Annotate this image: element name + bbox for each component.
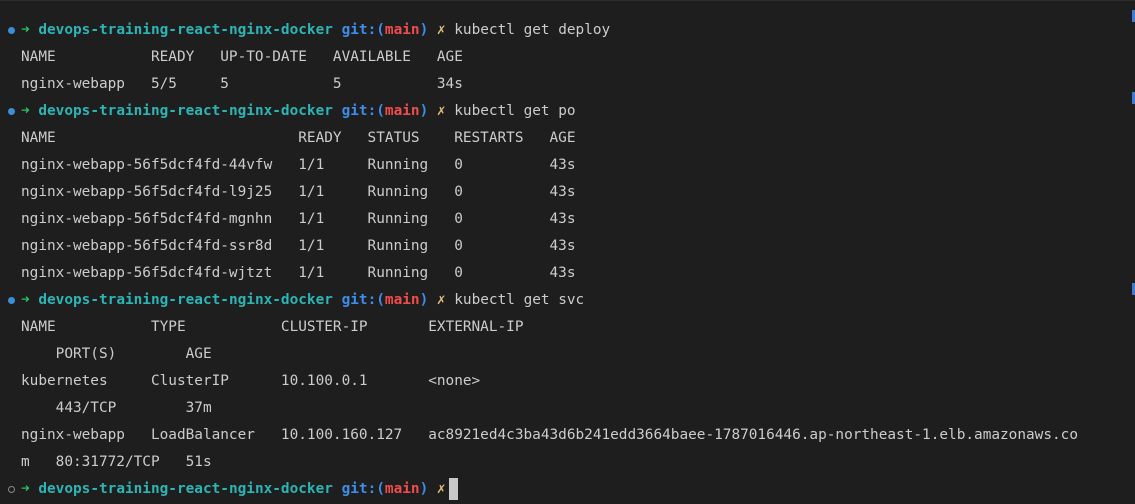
output-line: nginx-webapp-56f5dcf4fd-44vfw 1/1 Runnin… xyxy=(0,152,1135,179)
prompt-arrow-icon: ➜ xyxy=(21,22,30,38)
git-dirty-icon: ✗ xyxy=(436,22,446,38)
output-line: PORT(S) AGE xyxy=(0,341,1135,368)
prompt-arrow-icon: ➜ xyxy=(21,292,30,308)
git-label-close: ) xyxy=(419,292,429,308)
prompt-line: ➜ devops-training-react-nginx-docker git… xyxy=(0,17,1135,44)
terminal-output[interactable]: ➜ devops-training-react-nginx-docker git… xyxy=(0,17,1135,503)
git-dirty-icon: ✗ xyxy=(436,481,446,497)
output-line: m 80:31772/TCP 51s xyxy=(0,449,1135,476)
git-label: git:( xyxy=(341,103,385,119)
git-branch: main xyxy=(384,292,420,308)
git-label-close: ) xyxy=(419,481,429,497)
command-status-dot[interactable] xyxy=(8,27,15,34)
output-text: NAME READY STATUS RESTARTS AGE xyxy=(21,130,576,146)
prompt-text: ➜ devops-training-react-nginx-docker git… xyxy=(21,17,610,44)
prompt-text: ➜ devops-training-react-nginx-docker git… xyxy=(21,476,458,503)
output-line: nginx-webapp-56f5dcf4fd-wjtzt 1/1 Runnin… xyxy=(0,260,1135,287)
output-text: NAME READY UP-TO-DATE AVAILABLE AGE xyxy=(21,49,463,65)
prompt-directory: devops-training-react-nginx-docker xyxy=(38,22,333,38)
output-text: m 80:31772/TCP 51s xyxy=(21,454,212,470)
output-line: NAME TYPE CLUSTER-IP EXTERNAL-IP xyxy=(0,314,1135,341)
output-text: nginx-webapp-56f5dcf4fd-wjtzt 1/1 Runnin… xyxy=(21,265,576,281)
command-text: kubectl get svc xyxy=(454,292,585,308)
git-label-close: ) xyxy=(419,22,429,38)
output-text: nginx-webapp-56f5dcf4fd-44vfw 1/1 Runnin… xyxy=(21,157,576,173)
output-text: nginx-webapp-56f5dcf4fd-ssr8d 1/1 Runnin… xyxy=(21,238,576,254)
prompt-arrow-icon: ➜ xyxy=(21,103,30,119)
git-dirty-icon: ✗ xyxy=(436,103,446,119)
prompt-line: ➜ devops-training-react-nginx-docker git… xyxy=(0,287,1135,314)
top-divider xyxy=(0,0,1135,1)
command-status-dot[interactable] xyxy=(8,297,15,304)
command-text: kubectl get po xyxy=(454,103,576,119)
output-text: 443/TCP 37m xyxy=(21,400,212,416)
prompt-directory: devops-training-react-nginx-docker xyxy=(38,481,333,497)
output-line: 443/TCP 37m xyxy=(0,395,1135,422)
output-text: kubernetes ClusterIP 10.100.0.1 <none> xyxy=(21,373,481,389)
prompt-line: ➜ devops-training-react-nginx-docker git… xyxy=(0,98,1135,125)
output-line: kubernetes ClusterIP 10.100.0.1 <none> xyxy=(0,368,1135,395)
text-cursor[interactable] xyxy=(448,478,458,500)
command-status-dot[interactable] xyxy=(8,108,15,115)
output-line: NAME READY UP-TO-DATE AVAILABLE AGE xyxy=(0,44,1135,71)
output-text: nginx-webapp LoadBalancer 10.100.160.127… xyxy=(21,427,1078,443)
prompt-directory: devops-training-react-nginx-docker xyxy=(38,103,333,119)
output-line: nginx-webapp-56f5dcf4fd-ssr8d 1/1 Runnin… xyxy=(0,233,1135,260)
output-line: nginx-webapp LoadBalancer 10.100.160.127… xyxy=(0,422,1135,449)
output-text: NAME TYPE CLUSTER-IP EXTERNAL-IP xyxy=(21,319,524,335)
output-text: PORT(S) AGE xyxy=(21,346,212,362)
git-branch: main xyxy=(384,103,420,119)
output-text: nginx-webapp 5/5 5 5 34s xyxy=(21,76,463,92)
git-dirty-icon: ✗ xyxy=(436,292,446,308)
prompt-arrow-icon: ➜ xyxy=(21,481,30,497)
prompt-text: ➜ devops-training-react-nginx-docker git… xyxy=(21,287,584,314)
prompt-text: ➜ devops-training-react-nginx-docker git… xyxy=(21,98,576,125)
output-line: NAME READY STATUS RESTARTS AGE xyxy=(0,125,1135,152)
output-line: nginx-webapp-56f5dcf4fd-mgnhn 1/1 Runnin… xyxy=(0,206,1135,233)
prompt-line: ➜ devops-training-react-nginx-docker git… xyxy=(0,476,1135,503)
output-text: nginx-webapp-56f5dcf4fd-l9j25 1/1 Runnin… xyxy=(21,184,576,200)
git-branch: main xyxy=(384,22,420,38)
prompt-directory: devops-training-react-nginx-docker xyxy=(38,292,333,308)
command-text: kubectl get deploy xyxy=(454,22,611,38)
output-text: nginx-webapp-56f5dcf4fd-mgnhn 1/1 Runnin… xyxy=(21,211,576,227)
git-label: git:( xyxy=(341,481,385,497)
command-status-dot[interactable] xyxy=(8,486,15,493)
output-line: nginx-webapp 5/5 5 5 34s xyxy=(0,71,1135,98)
git-label: git:( xyxy=(341,292,385,308)
git-label-close: ) xyxy=(419,103,429,119)
git-label: git:( xyxy=(341,22,385,38)
git-branch: main xyxy=(384,481,420,497)
output-line: nginx-webapp-56f5dcf4fd-l9j25 1/1 Runnin… xyxy=(0,179,1135,206)
